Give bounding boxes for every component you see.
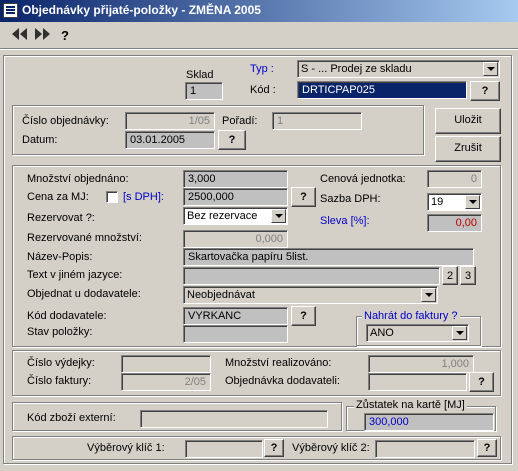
kod-label: Kód : [250, 84, 276, 96]
rezervovat-label: Rezervovat ?: [27, 212, 95, 224]
cena-field[interactable]: 2500,000 [183, 188, 288, 206]
rez-mnozstvi-label: Rezervované množství: [27, 232, 142, 244]
mnozstvi-real-label: Množství realizováno: [225, 357, 332, 369]
help-button[interactable]: ? [58, 27, 72, 45]
rezervovat-value: Bez rezervace [187, 210, 258, 222]
datum-label: Datum: [22, 134, 58, 146]
mnozstvi-field[interactable]: 3,000 [183, 170, 288, 188]
nahrat-select[interactable]: ANO [366, 324, 469, 342]
chevron-down-icon[interactable] [271, 209, 286, 223]
typ-label: Typ : [250, 63, 274, 75]
kod-dod-field[interactable]: VYRKANC [183, 307, 288, 325]
sazba-select[interactable]: 19 [427, 193, 482, 211]
kod-ext-field[interactable] [140, 410, 328, 428]
sklad-label: Sklad [186, 69, 214, 81]
sklad-field[interactable]: 1 [185, 82, 223, 100]
cancel-button[interactable]: Zrušit [435, 136, 501, 162]
nahrat-label: Nahrát do faktury ? [362, 309, 460, 323]
rez-mnozstvi-field[interactable]: 0,000 [183, 230, 288, 248]
sazba-label: Sazba DPH: [320, 193, 381, 205]
klic1-field[interactable] [185, 440, 263, 458]
stav-label: Stav položky: [27, 326, 93, 338]
klic2-help-button[interactable]: ? [477, 439, 497, 457]
chevron-down-icon[interactable] [452, 326, 467, 340]
fast-forward-icon[interactable] [32, 27, 52, 45]
cena-label: Cena za MJ: [27, 191, 89, 203]
chevron-down-icon[interactable] [421, 288, 436, 302]
save-button[interactable]: Uložit [435, 108, 501, 134]
cislo-obj-field[interactable]: 1/05 [125, 112, 215, 130]
toolbar [0, 22, 518, 49]
nahrat-value: ANO [370, 327, 394, 339]
sdph-checkbox[interactable] [106, 191, 118, 203]
kod-field[interactable]: DRTICPAP025 [297, 81, 467, 99]
sleva-label: Sleva [%]: [320, 215, 370, 227]
text-label: Text v jiném jazyce: [27, 269, 123, 281]
objednat-value: Neobjednávat [187, 289, 255, 301]
poradi-field[interactable]: 1 [272, 112, 362, 130]
nazev-field[interactable]: Skartovačka papíru 5list. [183, 248, 474, 266]
datum-field[interactable]: 03.01.2005 [125, 131, 215, 149]
datum-help-button[interactable]: ? [218, 130, 246, 150]
objednat-select[interactable]: Neobjednávat [183, 286, 438, 304]
cenova-field[interactable]: 0 [427, 170, 482, 188]
poradi-label: Pořadí: [222, 115, 258, 127]
zustatek-label: Zůstatek na kartě [MJ] [354, 398, 467, 412]
mnozstvi-label: Množství objednáno: [27, 173, 129, 185]
cenova-label: Cenová jednotka: [320, 173, 406, 185]
app-icon [3, 3, 18, 18]
kod-dod-label: Kód dodavatele: [27, 310, 107, 322]
faktura-label: Číslo faktury: [27, 375, 92, 387]
klic2-label: Výběrový klíč 2: [292, 442, 370, 454]
mnozstvi-real-field[interactable]: 1,000 [368, 355, 474, 373]
text-field[interactable] [183, 267, 440, 285]
chevron-down-icon[interactable] [483, 62, 498, 76]
faktura-field[interactable]: 2/05 [121, 373, 211, 391]
sazba-value: 19 [431, 196, 444, 208]
kod-help-button[interactable]: ? [470, 81, 500, 101]
stav-field[interactable] [183, 325, 288, 343]
rezervovat-select[interactable]: Bez rezervace [183, 207, 288, 225]
chevron-down-icon[interactable] [465, 195, 480, 209]
kod-ext-label: Kód zboží externí: [27, 412, 116, 424]
klic1-label: Výběrový klíč 1: [87, 442, 165, 454]
vydejka-label: Číslo výdejky: [27, 357, 95, 369]
obj-dod-label: Objednávka dodavateli: [225, 375, 340, 387]
window-title: Objednávky přijaté-položky - ZMĚNA 2005 [22, 3, 261, 17]
sdph-label: [s DPH]: [123, 191, 164, 203]
typ-select[interactable]: S - ... Prodej ze skladu [297, 60, 500, 78]
klic1-help-button[interactable]: ? [264, 439, 284, 457]
lang-2-button[interactable]: 2 [442, 266, 458, 285]
objednat-label: Objednat u dodavatele: [27, 288, 141, 300]
lang-3-button[interactable]: 3 [460, 266, 476, 285]
obj-dod-help-button[interactable]: ? [469, 372, 494, 392]
vydejka-field[interactable] [121, 355, 211, 373]
zustatek-field[interactable]: 300,000 [364, 413, 494, 431]
typ-value: S - ... Prodej ze skladu [301, 63, 412, 75]
rewind-icon[interactable] [10, 27, 30, 45]
cislo-obj-label: Číslo objednávky: [22, 115, 109, 127]
obj-dod-field[interactable] [368, 373, 467, 391]
nazev-label: Název-Popis: [27, 251, 93, 263]
sleva-field[interactable]: 0,00 [427, 214, 482, 232]
klic2-field[interactable] [375, 440, 475, 458]
cena-help-button[interactable]: ? [291, 187, 316, 207]
kod-dod-help-button[interactable]: ? [291, 306, 316, 326]
